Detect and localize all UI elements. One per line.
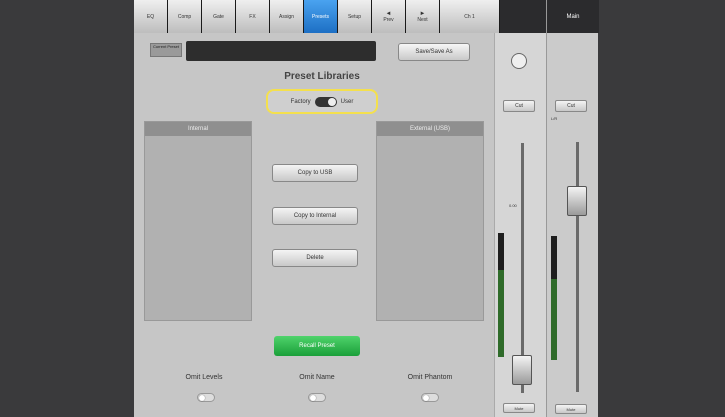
next-channel-button[interactable]: ► Next xyxy=(406,0,440,33)
copy-to-internal-button[interactable]: Copy to Internal xyxy=(272,207,358,225)
tab-label: Comp xyxy=(177,13,192,20)
tab-assign[interactable]: Assign xyxy=(270,0,304,33)
external-library-list[interactable]: External (USB) xyxy=(376,121,484,321)
preset-name-field[interactable] xyxy=(186,41,376,61)
user-label: User xyxy=(340,98,354,105)
channel-strip: Cut 0.00 Mute xyxy=(494,33,546,417)
factory-label: Factory xyxy=(290,98,311,105)
recall-preset-button[interactable]: Recall Preset xyxy=(274,336,360,356)
prev-channel-button[interactable]: ◄ Prev xyxy=(372,0,406,33)
tab-label: Next xyxy=(417,16,428,23)
library-toggle-switch[interactable] xyxy=(314,96,337,107)
tab-comp[interactable]: Comp xyxy=(168,0,202,33)
main-meter-fill xyxy=(551,279,557,360)
tab-setup[interactable]: Setup xyxy=(338,0,372,33)
library-toggle-highlight: Factory User xyxy=(266,89,378,114)
internal-library-list[interactable]: Internal xyxy=(144,121,252,321)
external-library-header: External (USB) xyxy=(377,122,483,136)
tab-label: EQ xyxy=(146,13,155,20)
tab-label: Setup xyxy=(347,13,362,20)
page-title: Preset Libraries xyxy=(284,71,360,82)
tab-label: Presets xyxy=(312,13,329,20)
delete-button[interactable]: Delete xyxy=(272,249,358,267)
tab-label: Ch 1 xyxy=(464,13,475,20)
preset-name-label: Current Preset xyxy=(150,43,182,57)
tab-eq[interactable]: EQ xyxy=(134,0,168,33)
channel-fader[interactable] xyxy=(512,355,532,385)
main-strip: Main Cut L/R Mute xyxy=(546,0,599,417)
channel-cut-button[interactable]: Cut xyxy=(503,100,535,112)
omit-levels-toggle[interactable] xyxy=(197,393,215,402)
main-cut-button[interactable]: Cut xyxy=(555,100,587,112)
omit-name-label: Omit Name xyxy=(299,374,335,381)
tab-fx[interactable]: FX xyxy=(236,0,270,33)
top-tab-bar: EQ Comp Gate FX Assign Presets Setup ◄ P… xyxy=(134,0,598,33)
channel-level-readout: 0.00 xyxy=(509,203,517,208)
channel-mute-button[interactable]: Mute xyxy=(503,403,535,413)
tab-label: Assign xyxy=(278,13,294,20)
omit-levels-label: Omit Levels xyxy=(185,374,223,381)
internal-library-header: Internal xyxy=(145,122,251,136)
preset-panel: Current Preset Save/Save As Preset Libra… xyxy=(134,33,494,417)
omit-phantom-label: Omit Phantom xyxy=(407,374,453,381)
save-as-button[interactable]: Save/Save As xyxy=(398,43,470,61)
main-mute-button[interactable]: Mute xyxy=(555,404,587,414)
tab-presets[interactable]: Presets xyxy=(304,0,338,33)
main-fader-track xyxy=(576,142,579,392)
omit-name-toggle[interactable] xyxy=(308,393,326,402)
main-fader[interactable] xyxy=(567,186,587,216)
copy-to-usb-button[interactable]: Copy to USB xyxy=(272,164,358,182)
tab-label: Prev xyxy=(383,16,394,23)
channel-meter xyxy=(498,233,504,357)
tab-gate[interactable]: Gate xyxy=(202,0,236,33)
main-lr-label: L/R xyxy=(551,116,558,121)
tab-label: Gate xyxy=(213,13,224,20)
channel-select-button[interactable]: Ch 1 xyxy=(440,0,500,33)
main-meter xyxy=(551,236,557,360)
omit-phantom-toggle[interactable] xyxy=(421,393,439,402)
channel-meter-fill xyxy=(498,270,504,357)
tab-label: FX xyxy=(249,13,256,20)
pan-knob[interactable] xyxy=(511,53,527,69)
main-header[interactable]: Main xyxy=(547,0,599,33)
